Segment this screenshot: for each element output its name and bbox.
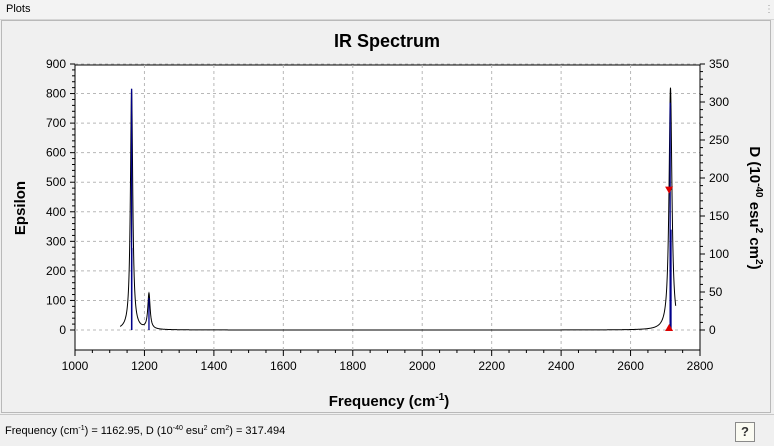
cursor-readout: Frequency (cm-1) = 1162.95, D (10-40 esu… [5, 425, 286, 437]
x-tick-label: 1200 [131, 359, 158, 373]
y-left-tick-label: 200 [46, 264, 66, 278]
x-tick-label: 2600 [617, 359, 644, 373]
status-bar: Frequency (cm-1) = 1162.95, D (10-40 esu… [0, 414, 774, 446]
x-axis-title: Frequency (cm-1) [329, 392, 450, 410]
grip-icon: ⋮ [764, 4, 774, 15]
y-right-axis: 0 50 100 150 200 250 300 350 [700, 57, 729, 337]
y-left-tick-label: 900 [46, 57, 66, 71]
y-left-axis-title: Epsilon [12, 181, 29, 235]
y-left-tick-label: 500 [46, 175, 66, 189]
x-tick-label: 2000 [409, 359, 436, 373]
y-left-tick-label: 700 [46, 116, 66, 130]
x-tick-label: 2800 [687, 359, 714, 373]
y-right-axis-title: D (10-40 esu2 cm2) [746, 146, 764, 269]
plot-area [74, 64, 701, 351]
ir-spectrum-chart[interactable]: 1000 1200 1400 1600 1800 2000 2200 2400 2600 2800… [0, 20, 774, 413]
x-tick-label: 1800 [339, 359, 366, 373]
y-left-tick-label: 300 [46, 234, 66, 248]
y-right-tick-label: 50 [709, 285, 723, 299]
window-title: Plots [6, 3, 31, 15]
y-left-tick-label: 600 [46, 146, 66, 160]
x-tick-label: 1000 [62, 359, 89, 373]
y-left-tick-label: 400 [46, 205, 66, 219]
y-right-tick-label: 250 [709, 133, 729, 147]
x-tick-label: 2400 [548, 359, 575, 373]
y-left-tick-label: 800 [46, 87, 66, 101]
y-right-tick-label: 150 [709, 209, 729, 223]
x-tick-label: 1600 [270, 359, 297, 373]
y-right-tick-label: 350 [709, 57, 729, 71]
chart-title: IR Spectrum [334, 31, 440, 51]
y-right-tick-label: 0 [709, 323, 716, 337]
help-button[interactable]: ? [735, 422, 755, 442]
x-axis: 1000 1200 1400 1600 1800 2000 2200 2400 2600 2800 [62, 350, 714, 373]
window-titlebar: Plots ⋮ [0, 0, 774, 20]
y-left-axis: 0 100 200 300 400 500 600 700 800 900 [46, 57, 75, 337]
y-right-tick-label: 100 [709, 247, 729, 261]
y-left-tick-label: 100 [46, 293, 66, 307]
x-tick-label: 2200 [478, 359, 505, 373]
x-tick-label: 1400 [201, 359, 228, 373]
y-left-tick-label: 0 [59, 323, 66, 337]
y-right-tick-label: 300 [709, 95, 729, 109]
y-right-tick-label: 200 [709, 171, 729, 185]
